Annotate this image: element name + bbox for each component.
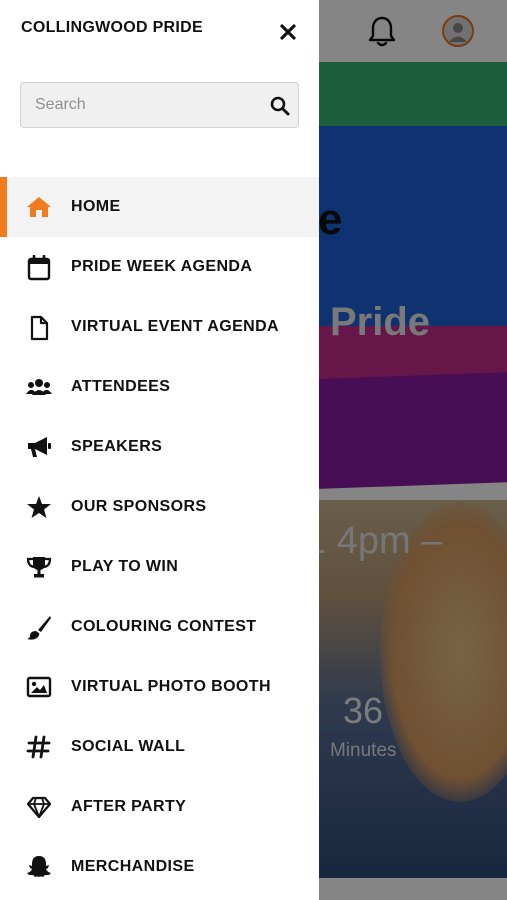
snapchat-ghost-icon (26, 855, 52, 879)
menu-item-social-wall[interactable]: SOCIAL WALL (0, 717, 319, 777)
paintbrush-icon (26, 615, 52, 640)
menu-item-label: OUR SPONSORS (71, 498, 207, 515)
search-icon[interactable] (269, 95, 291, 117)
menu-item-home[interactable]: HOME (0, 177, 319, 237)
menu-item-label: COLOURING CONTEST (71, 618, 257, 635)
home-icon (26, 195, 52, 219)
menu-item-merchandise[interactable]: MERCHANDISE (0, 837, 319, 897)
image-icon (26, 675, 52, 699)
navigation-drawer: COLLINGWOOD PRIDE HOME (0, 0, 319, 900)
menu-item-label: HOME (71, 198, 121, 215)
menu-item-label: AFTER PARTY (71, 798, 187, 815)
search-box (20, 82, 299, 128)
hashtag-icon (26, 735, 52, 759)
diamond-icon (26, 795, 52, 819)
app-title: COLLINGWOOD PRIDE (21, 19, 203, 36)
trophy-icon (26, 555, 52, 579)
users-icon (26, 375, 52, 399)
document-icon (26, 315, 52, 341)
menu-item-attendees[interactable]: ATTENDEES (0, 357, 319, 417)
menu-item-after-party[interactable]: AFTER PARTY (0, 777, 319, 837)
menu-item-virtual-event-agenda[interactable]: VIRTUAL EVENT AGENDA (0, 297, 319, 357)
menu-item-label: MERCHANDISE (71, 858, 195, 875)
menu-item-our-sponsors[interactable]: OUR SPONSORS (0, 477, 319, 537)
menu-item-label: SPEAKERS (71, 438, 163, 455)
menu-item-virtual-photo-booth[interactable]: VIRTUAL PHOTO BOOTH (0, 657, 319, 717)
calendar-icon (26, 255, 52, 281)
search-input[interactable] (35, 83, 265, 127)
menu-item-label: VIRTUAL PHOTO BOOTH (71, 678, 271, 695)
menu-item-label: PLAY TO WIN (71, 558, 179, 575)
menu-item-colouring-contest[interactable]: COLOURING CONTEST (0, 597, 319, 657)
menu-item-label: SOCIAL WALL (71, 738, 186, 755)
nav-menu: HOME PRIDE WEEK AGENDA VIRTUAL EVENT AGE… (0, 177, 319, 897)
menu-item-label: PRIDE WEEK AGENDA (71, 258, 253, 275)
megaphone-icon (26, 435, 52, 459)
menu-item-pride-week-agenda[interactable]: PRIDE WEEK AGENDA (0, 237, 319, 297)
menu-item-play-to-win[interactable]: PLAY TO WIN (0, 537, 319, 597)
star-icon (26, 495, 52, 519)
menu-item-label: VIRTUAL EVENT AGENDA (71, 318, 280, 335)
menu-item-speakers[interactable]: SPEAKERS (0, 417, 319, 477)
close-icon[interactable] (276, 20, 300, 44)
menu-item-label: ATTENDEES (71, 378, 171, 395)
